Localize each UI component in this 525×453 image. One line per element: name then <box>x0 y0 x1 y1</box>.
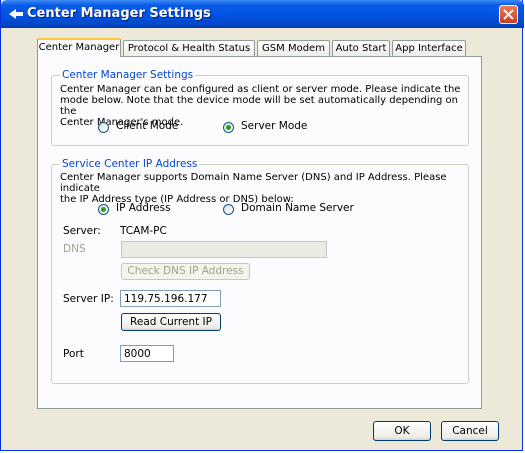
window-title: Center Manager Settings <box>27 6 211 21</box>
ip-description: Center Manager supports Domain Name Serv… <box>60 172 465 205</box>
tab-center-manager[interactable]: Center Manager <box>37 38 121 57</box>
tab-auto-start[interactable]: Auto Start <box>332 40 390 57</box>
ip-group-legend: Service Center IP Address <box>60 158 200 170</box>
app-arrow-icon <box>9 9 23 19</box>
port-label: Port <box>63 348 84 360</box>
ip-address-label[interactable]: IP Address <box>116 202 171 214</box>
radio-selected-dot <box>226 125 231 130</box>
tab-gsm-modem[interactable]: GSM Modem <box>257 40 330 57</box>
client-mode-label[interactable]: Client Mode <box>116 120 178 132</box>
ip-address-radio[interactable] <box>98 204 109 215</box>
client-mode-radio[interactable] <box>98 122 109 133</box>
server-value: TCAM-PC <box>120 225 167 237</box>
close-icon <box>503 9 514 20</box>
title-bar[interactable]: Center Manager Settings <box>1 0 524 28</box>
settings-dialog: Center Manager Settings Center Manager P… <box>0 0 524 451</box>
settings-group-legend: Center Manager Settings <box>60 69 196 81</box>
server-ip-label: Server IP: <box>63 293 114 305</box>
tab-label: Center Manager <box>38 42 120 53</box>
check-dns-button[interactable]: Check DNS IP Address <box>121 263 250 280</box>
server-mode-radio[interactable] <box>223 122 234 133</box>
server-mode-label[interactable]: Server Mode <box>241 120 307 132</box>
description-line: Center Manager supports Domain Name Serv… <box>60 172 447 194</box>
tab-app-interface[interactable]: App Interface <box>392 40 466 57</box>
dns-input[interactable] <box>121 241 327 258</box>
tab-label: GSM Modem <box>262 43 325 54</box>
ok-button[interactable]: OK <box>373 421 431 441</box>
description-line: mode below. Note that the device mode wi… <box>60 95 459 117</box>
tab-panel-center-manager: Center Manager Settings Center Manager c… <box>37 56 482 409</box>
tab-label: App Interface <box>395 43 463 54</box>
cancel-button[interactable]: Cancel <box>441 421 499 441</box>
dns-label: DNS <box>63 243 86 255</box>
server-ip-input[interactable]: 119.75.196.177 <box>120 290 221 307</box>
dns-option-label[interactable]: Domain Name Server <box>241 202 354 214</box>
port-input[interactable]: 8000 <box>120 345 174 362</box>
server-label: Server: <box>63 225 101 237</box>
tab-protocol-health-status[interactable]: Protocol & Health Status <box>123 40 255 57</box>
description-line: Center Manager can be configured as clie… <box>60 84 461 95</box>
dns-radio[interactable] <box>223 204 234 215</box>
read-current-ip-button[interactable]: Read Current IP <box>121 313 221 331</box>
radio-selected-dot <box>101 207 106 212</box>
close-button[interactable] <box>499 5 518 24</box>
tab-label: Protocol & Health Status <box>127 43 251 54</box>
tab-label: Auto Start <box>335 43 387 54</box>
